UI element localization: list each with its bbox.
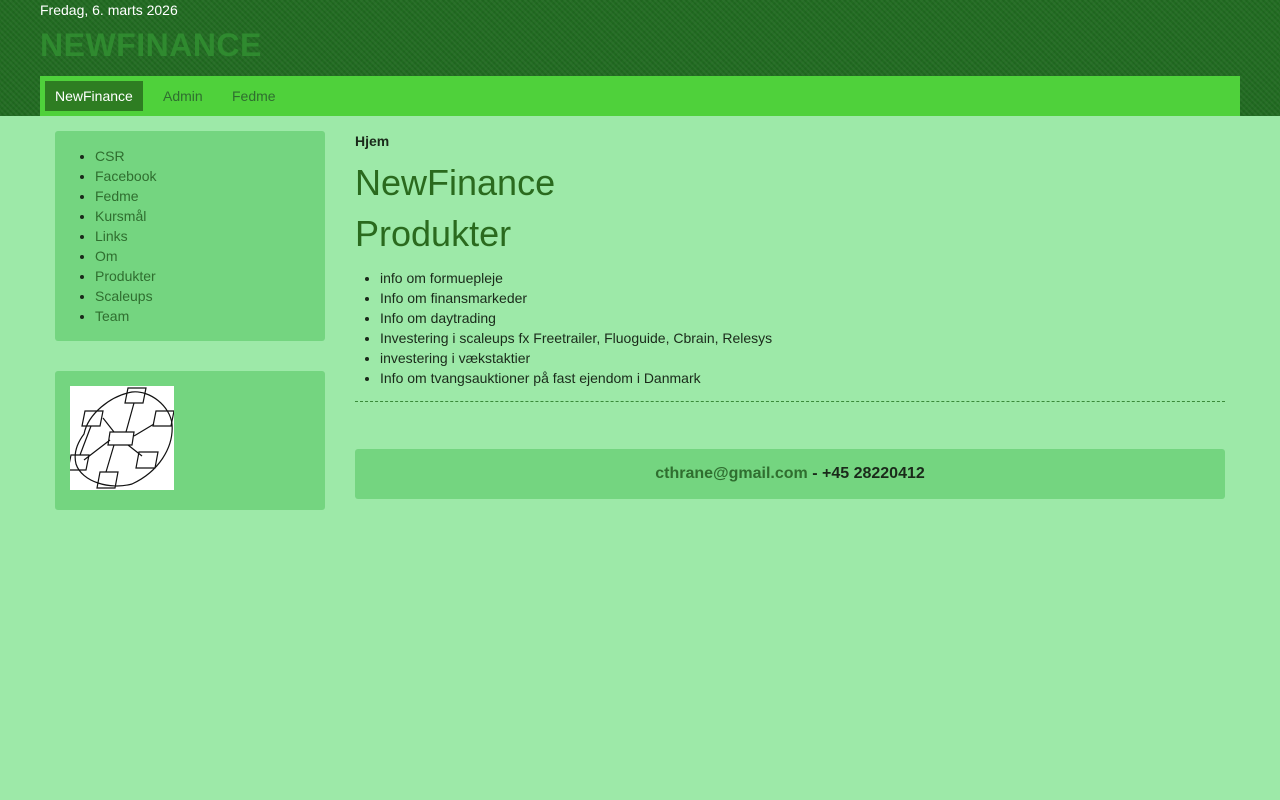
sidebar-links-panel: CSR Facebook Fedme Kursmål Links Om Prod… [55, 131, 325, 341]
sidebar-link-produkter[interactable]: Produkter [95, 268, 156, 284]
sidebar-item: Scaleups [95, 286, 325, 306]
sidebar-link-om[interactable]: Om [95, 248, 118, 264]
page-title: NewFinance [355, 162, 556, 203]
sidebar-image-panel [55, 371, 325, 510]
content-divider [355, 401, 1225, 402]
nav-item-fedme[interactable]: Fedme [222, 81, 286, 111]
sidebar-link-csr[interactable]: CSR [95, 148, 125, 164]
list-item: info om formuepleje [380, 268, 1225, 288]
sidebar-item: Kursmål [95, 206, 325, 226]
nav-item-admin[interactable]: Admin [153, 81, 213, 111]
sidebar-link-list: CSR Facebook Fedme Kursmål Links Om Prod… [55, 131, 325, 326]
contact-footer: cthrane@gmail.com - +45 28220412 [355, 449, 1225, 499]
breadcrumb: Hjem [355, 133, 390, 149]
sidebar-link-facebook[interactable]: Facebook [95, 168, 156, 184]
network-diagram-icon [67, 386, 175, 490]
contact-phone: - +45 28220412 [807, 465, 925, 482]
list-item: investering i vækstaktier [380, 348, 1225, 368]
list-item: Investering i scaleups fx Freetrailer, F… [380, 328, 1225, 348]
sidebar-item: Fedme [95, 186, 325, 206]
sidebar-link-kursmal[interactable]: Kursmål [95, 208, 146, 224]
current-date: Fredag, 6. marts 2026 [40, 2, 178, 18]
site-header: Fredag, 6. marts 2026 NEWFINANCE NewFina… [0, 0, 1280, 116]
sidebar-link-scaleups[interactable]: Scaleups [95, 288, 153, 304]
sidebar-item: CSR [95, 146, 325, 166]
product-list: info om formuepleje Info om finansmarked… [355, 268, 1225, 388]
sidebar-link-links[interactable]: Links [95, 228, 128, 244]
nav-item-newfinance[interactable]: NewFinance [45, 81, 143, 111]
sidebar-item: Produkter [95, 266, 325, 286]
contact-email-link[interactable]: cthrane@gmail.com [655, 465, 808, 482]
sidebar-item: Facebook [95, 166, 325, 186]
list-item: Info om daytrading [380, 308, 1225, 328]
main-navbar: NewFinance Admin Fedme [40, 76, 1240, 116]
list-item: Info om tvangsauktioner på fast ejendom … [380, 368, 1225, 388]
site-title-link[interactable]: NEWFINANCE [40, 27, 262, 63]
page-subtitle: Produkter [355, 213, 512, 254]
sidebar-link-fedme[interactable]: Fedme [95, 188, 139, 204]
sidebar-item: Links [95, 226, 325, 246]
main-content: Hjem NewFinance Produkter info om formue… [355, 131, 1225, 402]
sidebar-item: Om [95, 246, 325, 266]
sidebar-item: Team [95, 306, 325, 326]
list-item: Info om finansmarkeder [380, 288, 1225, 308]
sidebar-link-team[interactable]: Team [95, 308, 129, 324]
